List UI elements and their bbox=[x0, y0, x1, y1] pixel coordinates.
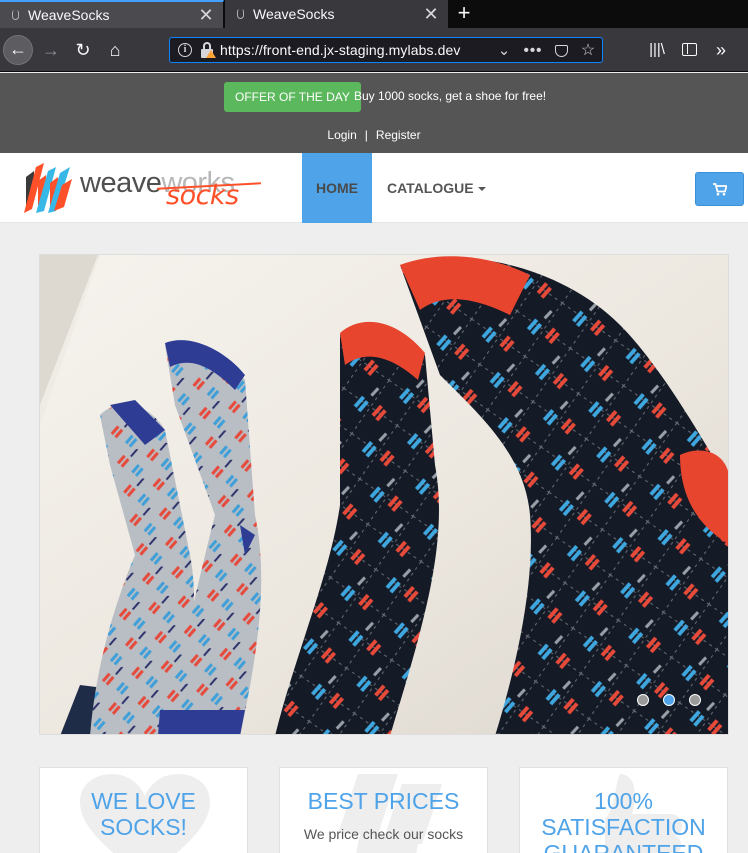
back-icon[interactable]: ← bbox=[3, 35, 33, 65]
hero-carousel[interactable] bbox=[39, 254, 729, 735]
shopping-cart-icon bbox=[713, 183, 727, 196]
page-actions-icon[interactable]: ••• bbox=[522, 40, 544, 62]
cart-button[interactable] bbox=[695, 172, 744, 206]
site-info-icon[interactable]: i bbox=[178, 43, 192, 57]
offer-text: Buy 1000 socks, get a shoe for free! bbox=[354, 89, 547, 103]
carousel-indicator-active[interactable] bbox=[663, 694, 675, 706]
reload-icon[interactable]: ↻ bbox=[68, 35, 98, 65]
weaveworks-mark-icon bbox=[24, 163, 72, 213]
browser-tab-bar: WeaveSocks ✕ WeaveSocks ✕ + bbox=[0, 0, 748, 28]
carousel-indicator[interactable] bbox=[689, 694, 701, 706]
sidebar-icon[interactable] bbox=[677, 38, 701, 62]
offer-bar: OFFER OF THE DAY Buy 1000 socks, get a s… bbox=[0, 73, 748, 153]
close-tab-icon[interactable]: ✕ bbox=[420, 4, 442, 25]
browser-tab[interactable]: WeaveSocks ✕ bbox=[225, 0, 449, 28]
feature-description: We price check our socks bbox=[303, 826, 464, 842]
nav-catalogue-dropdown[interactable]: CATALOGUE bbox=[387, 153, 486, 223]
browser-nav-bar: ← → ↻ ⌂ i https://front-end.jx-staging.m… bbox=[0, 28, 748, 72]
browser-tab-active[interactable]: WeaveSocks ✕ bbox=[0, 0, 224, 28]
chevron-down-icon[interactable]: ⌄ bbox=[493, 40, 515, 62]
socks-photo bbox=[40, 255, 728, 734]
register-link[interactable]: Register bbox=[376, 128, 421, 142]
carousel-indicator[interactable] bbox=[637, 694, 649, 706]
library-icon[interactable]: |||\ bbox=[645, 38, 669, 62]
login-link[interactable]: Login bbox=[327, 128, 356, 142]
forward-icon[interactable]: → bbox=[36, 35, 66, 65]
feature-title: 100% SATISFACTION GUARANTEED bbox=[541, 788, 706, 853]
feature-box-love-socks: WE LOVE SOCKS! bbox=[39, 767, 248, 853]
auth-separator: | bbox=[364, 128, 368, 142]
pocket-icon[interactable] bbox=[550, 40, 572, 62]
tab-title: WeaveSocks bbox=[253, 6, 335, 22]
caret-down-icon bbox=[477, 187, 486, 192]
bookmark-star-icon[interactable]: ☆ bbox=[577, 40, 599, 62]
insecure-lock-icon[interactable] bbox=[200, 42, 216, 58]
close-tab-icon[interactable]: ✕ bbox=[195, 5, 217, 26]
feature-box-satisfaction: 100% SATISFACTION GUARANTEED bbox=[519, 767, 728, 853]
auth-links: Login | Register bbox=[0, 128, 748, 142]
weaveworks-socks-logo[interactable]: weaveworks socks bbox=[24, 163, 264, 213]
overflow-menu-icon[interactable]: » bbox=[709, 38, 733, 62]
address-bar[interactable]: i https://front-end.jx-staging.mylabs.de… bbox=[169, 37, 603, 63]
nav-home-tab[interactable]: HOME bbox=[302, 153, 372, 223]
sock-favicon-icon bbox=[10, 9, 20, 21]
home-icon[interactable]: ⌂ bbox=[100, 35, 130, 65]
site-header: weaveworks socks HOME CATALOGUE bbox=[0, 153, 748, 223]
logo-socks-text: socks bbox=[166, 180, 239, 211]
feature-title: BEST PRICES bbox=[307, 788, 460, 814]
offer-of-the-day-button[interactable]: OFFER OF THE DAY bbox=[224, 82, 361, 112]
tab-title: WeaveSocks bbox=[28, 7, 110, 23]
url-text[interactable]: https://front-end.jx-staging.mylabs.dev bbox=[220, 42, 460, 58]
feature-title: WE LOVE SOCKS! bbox=[91, 788, 196, 840]
new-tab-icon[interactable]: + bbox=[452, 0, 476, 28]
feature-box-best-prices: BEST PRICES We price check our socks bbox=[279, 767, 488, 853]
sock-favicon-icon bbox=[235, 8, 245, 20]
